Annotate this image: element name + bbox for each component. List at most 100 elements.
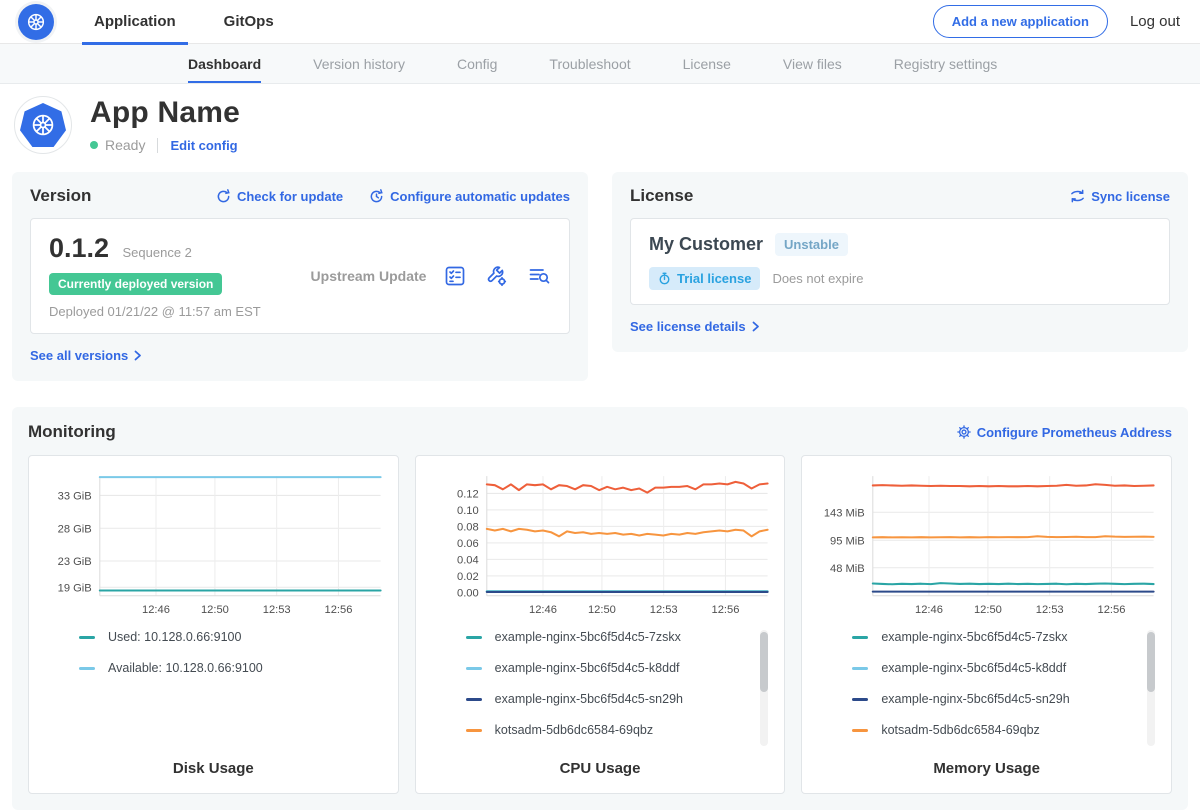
version-card: Version Check for update Configure autom… — [12, 172, 588, 381]
legend-label: example-nginx-5bc6f5d4c5-sn29h — [495, 692, 683, 706]
svg-text:0.06: 0.06 — [457, 538, 479, 550]
check-for-update-link[interactable]: Check for update — [216, 189, 343, 204]
configure-prometheus-link[interactable]: Configure Prometheus Address — [957, 425, 1172, 440]
tab-config[interactable]: Config — [457, 44, 497, 83]
svg-text:28 GiB: 28 GiB — [58, 523, 92, 535]
app-header: App Name Ready Edit config — [0, 84, 1200, 168]
legend-swatch — [852, 729, 868, 732]
svg-text:0.00: 0.00 — [457, 587, 479, 599]
top-nav: Application GitOps Add a new application… — [0, 0, 1200, 44]
legend-swatch — [466, 636, 482, 639]
legend-label: kotsadm-5db6dc6584-69qbz — [881, 723, 1039, 737]
legend-item: example-nginx-5bc6f5d4c5-sn29h — [466, 692, 773, 706]
svg-text:12:46: 12:46 — [915, 604, 943, 616]
sequence-label: Sequence 2 — [123, 245, 192, 260]
nav-tab-application[interactable]: Application — [88, 0, 182, 44]
configure-automatic-updates-link[interactable]: Configure automatic updates — [369, 189, 570, 204]
chart-title: CPU Usage — [428, 760, 773, 777]
legend-swatch — [79, 667, 95, 670]
license-summary-row: My Customer Unstable Trial license Does … — [630, 218, 1170, 305]
svg-text:12:46: 12:46 — [529, 604, 557, 616]
preflight-checks-icon[interactable] — [443, 264, 467, 288]
legend-item: example-nginx-5bc6f5d4c5-7zskx — [852, 630, 1159, 644]
memory-usage-legend: example-nginx-5bc6f5d4c5-7zskx example-ng… — [814, 630, 1159, 752]
customer-name: My Customer — [649, 234, 763, 255]
legend-scrollbar-thumb[interactable] — [760, 632, 768, 692]
legend-swatch — [852, 636, 868, 639]
legend-item: Used: 10.128.0.66:9100 — [79, 630, 386, 644]
channel-badge: Unstable — [775, 233, 848, 256]
see-all-versions-link[interactable]: See all versions — [30, 348, 142, 363]
legend-item: example-nginx-5bc6f5d4c5-k8ddf — [466, 661, 773, 675]
legend-scrollbar[interactable] — [1147, 630, 1155, 746]
sync-license-link[interactable]: Sync license — [1070, 189, 1170, 204]
svg-text:48 MiB: 48 MiB — [830, 563, 865, 575]
svg-text:12:53: 12:53 — [1036, 604, 1064, 616]
version-source-label: Upstream Update — [294, 268, 443, 284]
legend-item: example-nginx-5bc6f5d4c5-k8ddf — [852, 661, 1159, 675]
chart-title: Memory Usage — [814, 760, 1159, 777]
refresh-icon — [216, 189, 231, 204]
legend-item: kotsadm-5db6dc6584-69qbz — [466, 723, 773, 737]
deployed-timestamp: Deployed 01/21/22 @ 11:57 am EST — [49, 304, 294, 319]
legend-label: Used: 10.128.0.66:9100 — [108, 630, 241, 644]
svg-text:0.02: 0.02 — [457, 571, 479, 583]
config-wrench-icon[interactable] — [485, 264, 509, 288]
memory-usage-card: 48 MiB95 MiB143 MiB12:4612:5012:5312:56 … — [801, 455, 1172, 794]
chart-title: Disk Usage — [41, 760, 386, 777]
license-card-title: License — [630, 186, 693, 206]
add-application-button[interactable]: Add a new application — [933, 5, 1108, 38]
legend-scrollbar-thumb[interactable] — [1147, 632, 1155, 692]
nav-tab-gitops[interactable]: GitOps — [218, 0, 280, 44]
page-title: App Name — [90, 96, 240, 130]
see-license-details-link[interactable]: See license details — [630, 319, 760, 334]
logout-button[interactable]: Log out — [1130, 13, 1180, 30]
svg-text:12:50: 12:50 — [201, 604, 229, 616]
tab-view-files[interactable]: View files — [783, 44, 842, 83]
cpu-usage-chart: 0.000.020.040.060.080.100.1212:4612:5012… — [428, 468, 773, 620]
svg-text:12:56: 12:56 — [711, 604, 739, 616]
chevron-right-icon — [134, 350, 142, 361]
legend-swatch — [466, 667, 482, 670]
tab-version-history[interactable]: Version history — [313, 44, 405, 83]
version-number: 0.1.2 — [49, 233, 109, 263]
legend-label: example-nginx-5bc6f5d4c5-7zskx — [881, 630, 1067, 644]
gear-icon — [957, 425, 971, 439]
svg-text:12:56: 12:56 — [1098, 604, 1126, 616]
edit-config-link[interactable]: Edit config — [170, 138, 237, 153]
schedule-update-icon — [369, 189, 384, 204]
disk-usage-card: 19 GiB23 GiB28 GiB33 GiB12:4612:5012:531… — [28, 455, 399, 794]
cpu-usage-card: 0.000.020.040.060.080.100.1212:4612:5012… — [415, 455, 786, 794]
svg-text:12:56: 12:56 — [325, 604, 353, 616]
kubernetes-logo-icon[interactable] — [18, 4, 54, 40]
svg-text:0.04: 0.04 — [457, 554, 479, 566]
tab-license[interactable]: License — [683, 44, 731, 83]
status-dot — [90, 141, 98, 149]
svg-text:12:50: 12:50 — [974, 604, 1002, 616]
svg-text:0.12: 0.12 — [457, 488, 479, 500]
version-card-title: Version — [30, 186, 91, 206]
tab-registry-settings[interactable]: Registry settings — [894, 44, 997, 83]
legend-label: example-nginx-5bc6f5d4c5-7zskx — [495, 630, 681, 644]
kubernetes-app-icon — [20, 103, 66, 147]
legend-swatch — [466, 729, 482, 732]
svg-text:33 GiB: 33 GiB — [58, 490, 92, 502]
svg-text:23 GiB: 23 GiB — [58, 556, 92, 568]
legend-swatch — [79, 636, 95, 639]
legend-label: Available: 10.128.0.66:9100 — [108, 661, 263, 675]
svg-text:95 MiB: 95 MiB — [830, 535, 865, 547]
disk-usage-chart: 19 GiB23 GiB28 GiB33 GiB12:4612:5012:531… — [41, 468, 386, 620]
legend-scrollbar[interactable] — [760, 630, 768, 746]
deployed-badge: Currently deployed version — [49, 273, 222, 295]
tab-troubleshoot[interactable]: Troubleshoot — [549, 44, 630, 83]
view-logs-icon[interactable] — [527, 264, 551, 288]
monitoring-panel: Monitoring Configure Prometheus Address … — [12, 407, 1188, 810]
tab-dashboard[interactable]: Dashboard — [188, 44, 261, 83]
cpu-usage-legend: example-nginx-5bc6f5d4c5-7zskx example-ng… — [428, 630, 773, 752]
legend-label: example-nginx-5bc6f5d4c5-sn29h — [881, 692, 1069, 706]
legend-swatch — [852, 698, 868, 701]
legend-item: example-nginx-5bc6f5d4c5-7zskx — [466, 630, 773, 644]
svg-text:12:46: 12:46 — [142, 604, 170, 616]
app-logo — [14, 96, 72, 154]
legend-item: Available: 10.128.0.66:9100 — [79, 661, 386, 675]
